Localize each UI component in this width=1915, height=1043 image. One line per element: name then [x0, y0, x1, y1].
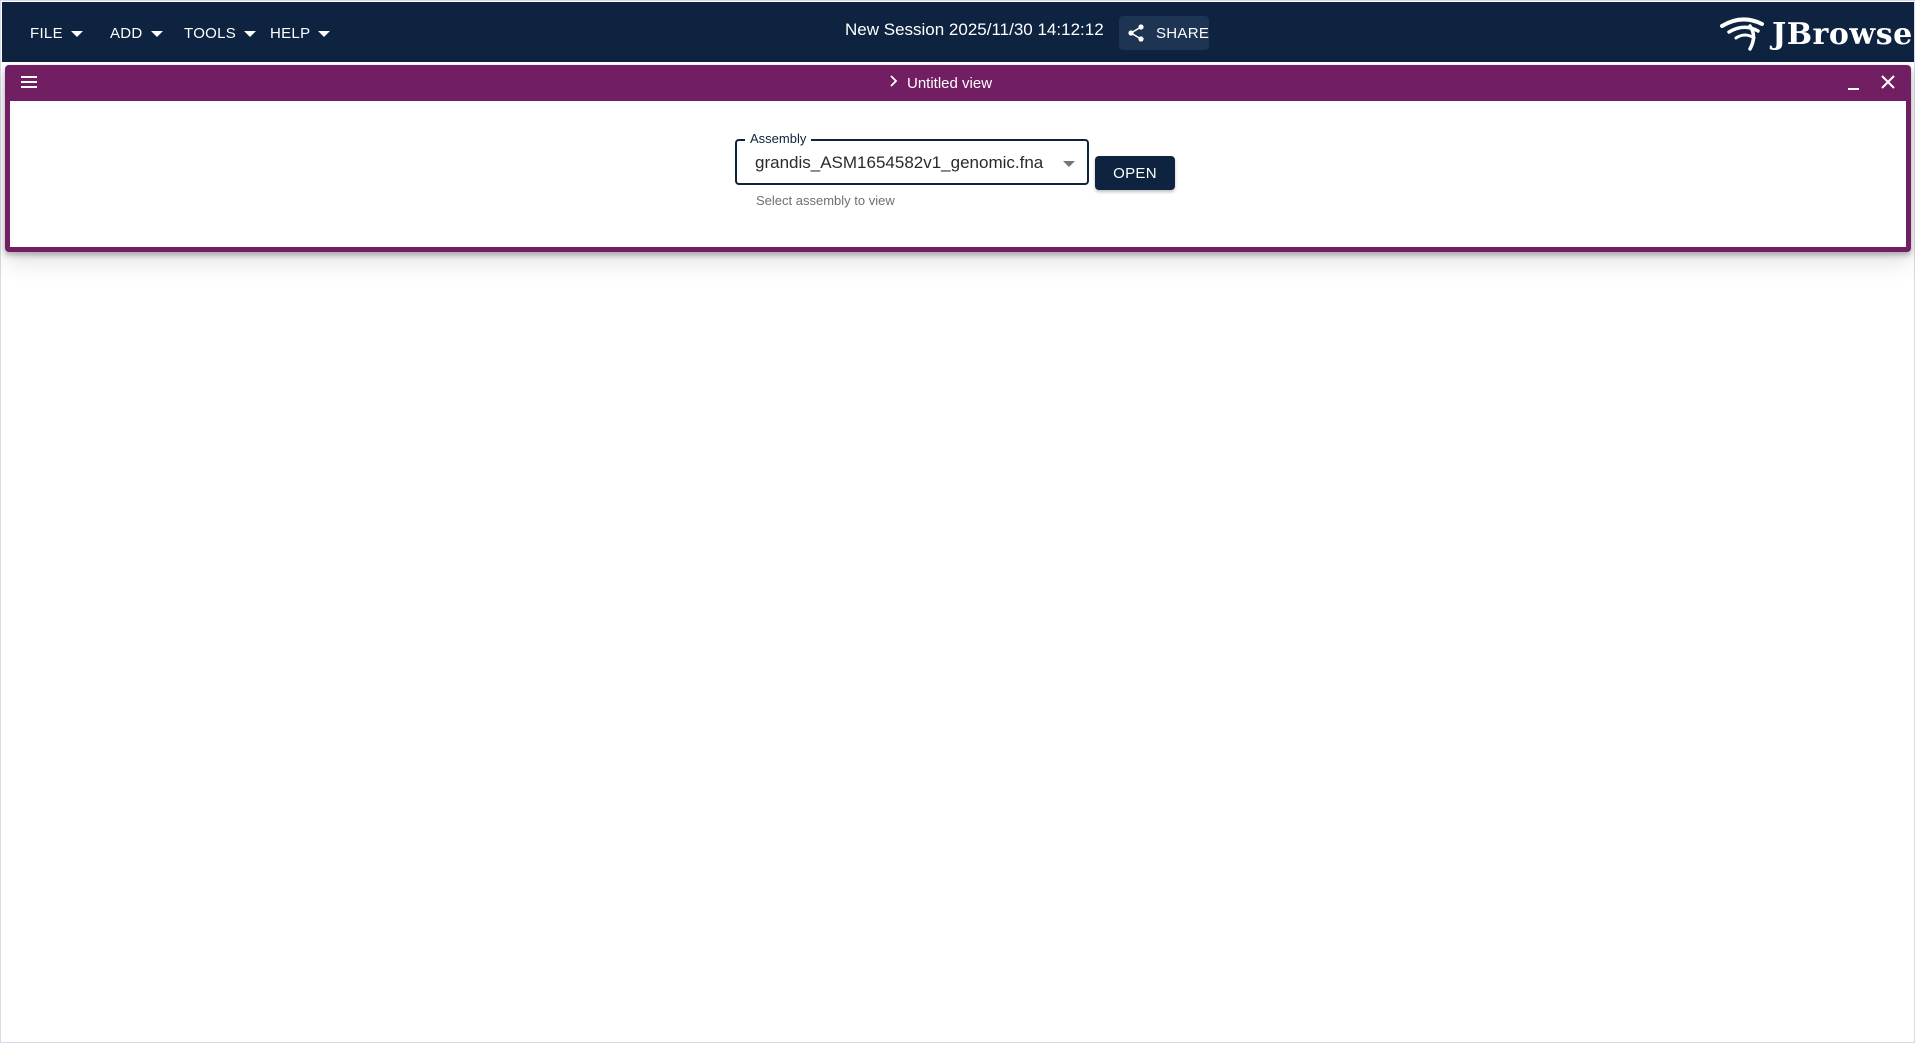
hamburger-menu-icon[interactable] [19, 73, 41, 93]
jbrowse-logo: JBrowse [1720, 12, 1913, 56]
jbrowse-logo-icon [1720, 12, 1766, 57]
dropdown-arrow-icon[interactable] [1063, 161, 1075, 167]
share-label: SHARE [1156, 24, 1210, 42]
app-bar: FILE ADD TOOLS HELP New Session 2025/11/… [2, 2, 1914, 62]
caret-down-icon [70, 30, 83, 37]
close-icon[interactable] [1877, 71, 1899, 93]
tools-menu-button[interactable]: TOOLS [184, 16, 257, 50]
view-title-button[interactable]: Untitled view [889, 73, 992, 93]
help-menu-label: HELP [270, 24, 311, 42]
help-menu-button[interactable]: HELP [270, 16, 331, 50]
open-button[interactable]: OPEN [1095, 156, 1175, 190]
share-icon [1126, 23, 1146, 43]
jbrowse-logo-text: JBrowse [1772, 16, 1913, 52]
add-menu-button[interactable]: ADD [110, 16, 163, 50]
assembly-select[interactable]: Assembly grandis_ASM1654582v1_genomic.fn… [735, 132, 1089, 185]
assembly-select-value: grandis_ASM1654582v1_genomic.fna [755, 153, 1044, 172]
file-menu-label: FILE [30, 24, 63, 42]
tools-menu-label: TOOLS [184, 24, 237, 42]
assembly-helper-text: Select assembly to view [756, 193, 895, 208]
chevron-right-icon [889, 74, 899, 93]
view-title: Untitled view [907, 74, 993, 92]
assembly-select-label: Assembly [745, 132, 812, 146]
session-title[interactable]: New Session 2025/11/30 14:12:12 [845, 20, 1104, 40]
caret-down-icon [244, 30, 257, 37]
share-button[interactable]: SHARE [1119, 16, 1209, 50]
view-header: Untitled view [5, 65, 1911, 101]
caret-down-icon [150, 30, 163, 37]
file-menu-button[interactable]: FILE [30, 16, 83, 50]
app-window: FILE ADD TOOLS HELP New Session 2025/11/… [0, 0, 1915, 1043]
caret-down-icon [318, 30, 331, 37]
add-menu-label: ADD [110, 24, 143, 42]
minimize-icon[interactable] [1843, 73, 1863, 93]
